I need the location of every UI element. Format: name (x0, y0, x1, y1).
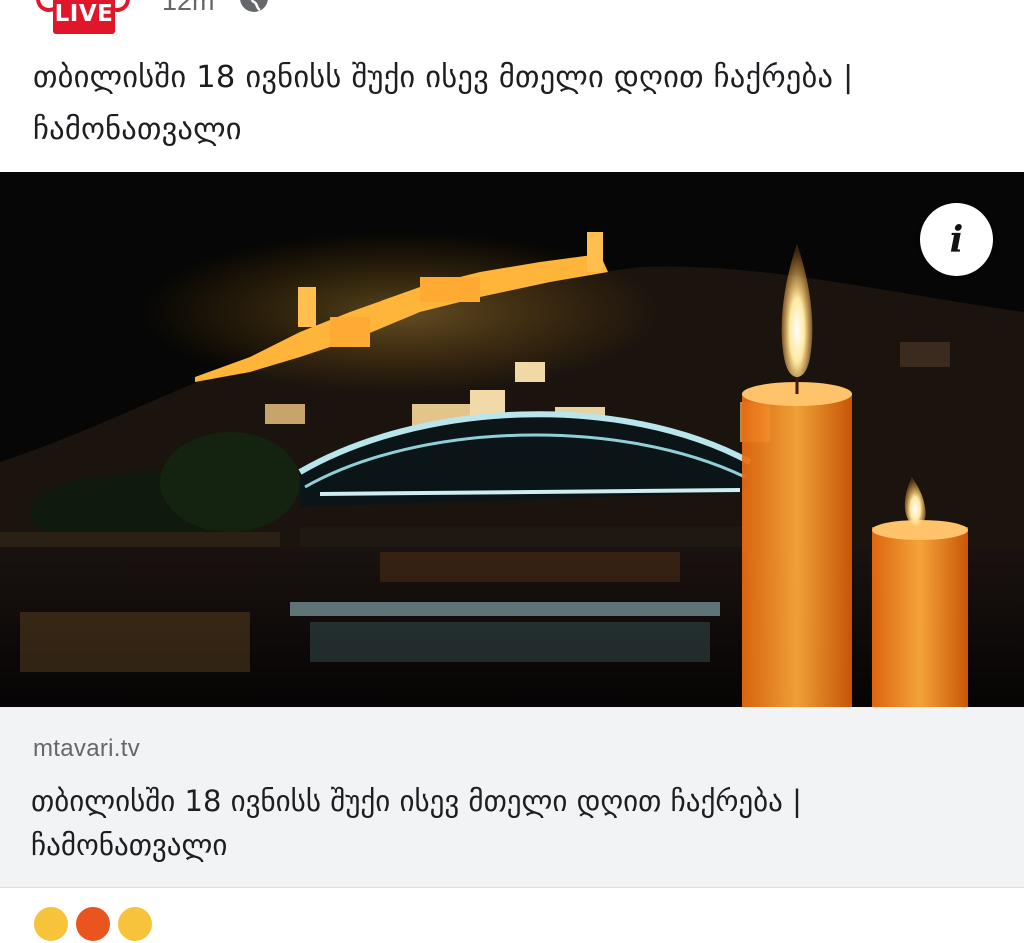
link-domain: mtavari.tv (33, 735, 141, 762)
globe-icon (240, 0, 268, 12)
wow-reaction-icon (116, 905, 154, 943)
post-photo[interactable] (0, 172, 1024, 707)
haha-reaction-icon (32, 905, 70, 943)
link-title[interactable]: თბილისში 18 ივნისს შუქი ისევ მთელი დღით … (31, 779, 991, 867)
post-header: LIVE 12m (0, 0, 1024, 40)
post-text: თბილისში 18 ივნისს შუქი ისევ მთელი დღით … (33, 60, 854, 147)
tbilisi-night-candles-image (0, 172, 1024, 707)
post-timestamp[interactable]: 12m (162, 0, 215, 17)
live-badge[interactable]: LIVE (53, 0, 115, 34)
info-button[interactable]: i (920, 203, 993, 276)
link-preview[interactable]: mtavari.tv თბილისში 18 ივნისს შუქი ისევ … (0, 707, 1024, 888)
angry-reaction-icon (74, 905, 112, 943)
